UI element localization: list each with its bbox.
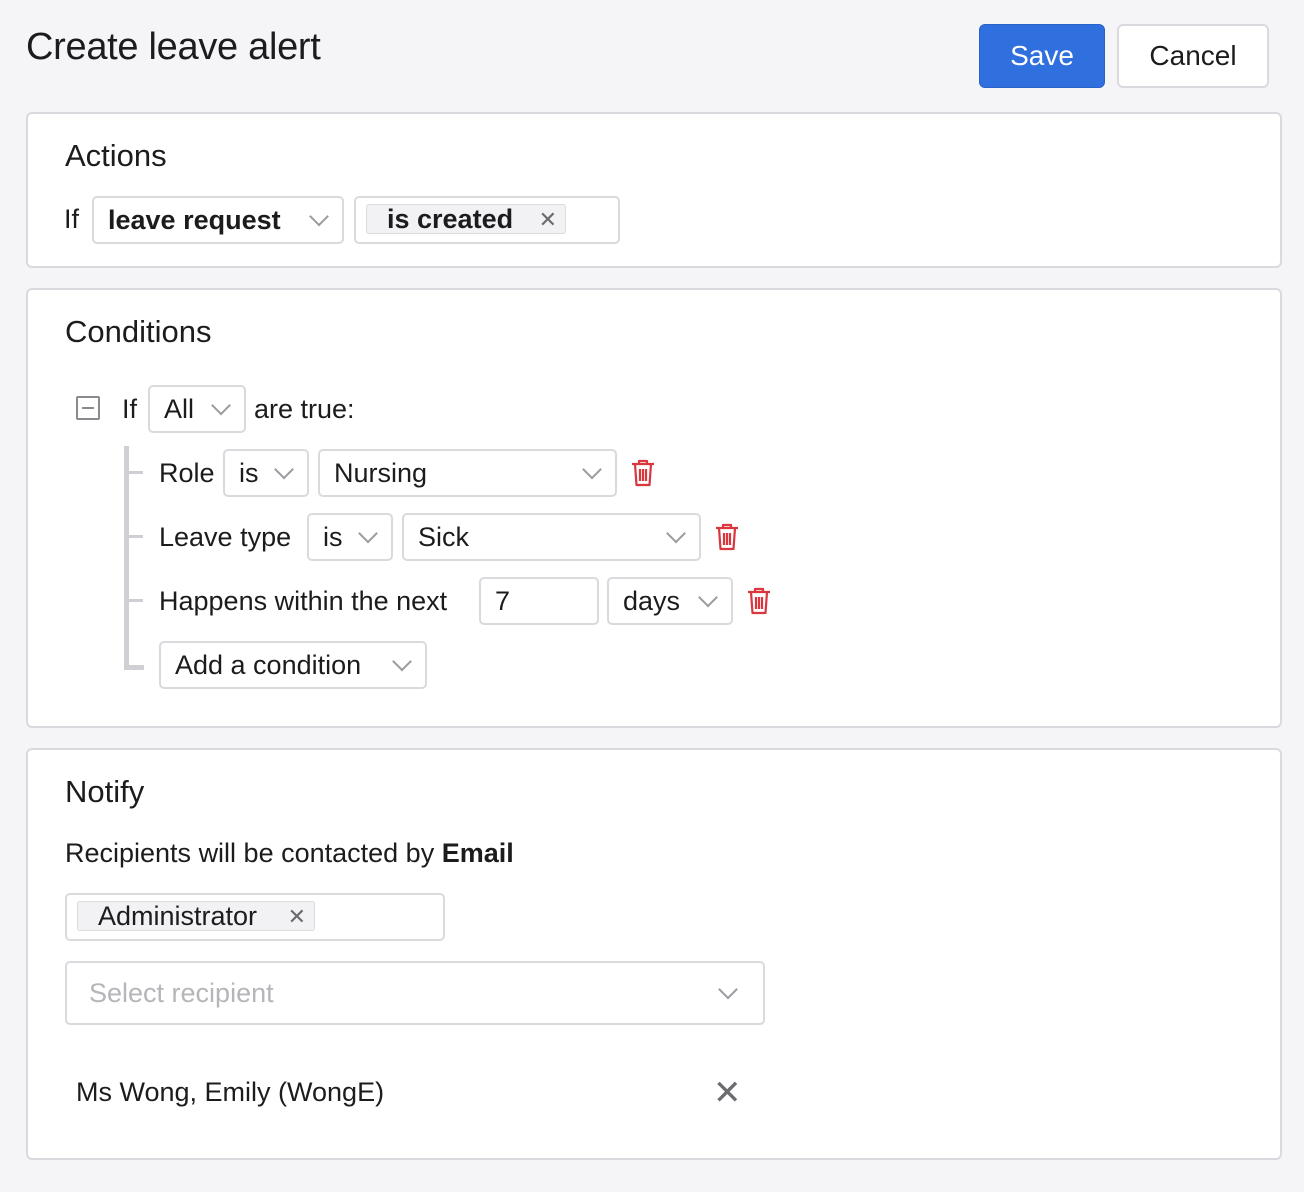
chevron-down-icon	[698, 587, 718, 608]
recipient-entry: Ms Wong, Emily (WongE)	[76, 1077, 385, 1107]
chevron-down-icon	[309, 206, 329, 227]
contact-prefix: Recipients will be contacted by	[65, 838, 435, 868]
tree-branch	[129, 599, 143, 602]
tree-branch	[124, 665, 144, 670]
contact-method-text: Recipients will be contacted by Email	[65, 838, 514, 869]
chevron-down-icon	[392, 651, 412, 672]
collapse-group-icon[interactable]	[76, 396, 100, 420]
recipient-tag: Administrator ✕	[77, 901, 315, 931]
contact-method: Email	[441, 838, 514, 868]
tree-branch	[129, 471, 143, 474]
quantifier-select-value: All	[164, 393, 195, 424]
rule-operator-select[interactable]: is	[307, 513, 393, 561]
chevron-down-icon	[718, 979, 738, 1000]
recipient-tags-field[interactable]: Administrator ✕	[65, 893, 445, 941]
subject-select[interactable]: leave request	[92, 196, 344, 244]
notify-heading: Notify	[65, 774, 145, 809]
add-condition-select[interactable]: Add a condition	[159, 641, 427, 689]
rule-field-label: Happens within the next	[159, 586, 448, 616]
page-title: Create leave alert	[26, 26, 321, 68]
recipient-tag-label: Administrator	[98, 900, 258, 931]
subject-select-value: leave request	[108, 204, 281, 235]
rule-value: Sick	[418, 521, 470, 552]
conditions-card: Conditions If All are true: Role is Nurs…	[26, 288, 1282, 728]
chevron-down-icon	[666, 523, 686, 544]
event-multiselect[interactable]: is created ✕	[354, 196, 620, 244]
rule-operator-value: is	[323, 521, 343, 552]
remove-recipient-icon[interactable]: ✕	[713, 1076, 742, 1110]
trash-icon[interactable]	[714, 522, 740, 552]
conditions-heading: Conditions	[65, 314, 212, 349]
trash-icon[interactable]	[630, 458, 656, 488]
are-true-label: are true:	[254, 394, 355, 424]
rule-operator-value: is	[239, 457, 259, 488]
actions-heading: Actions	[65, 138, 167, 173]
chevron-down-icon	[274, 459, 294, 480]
select-recipient-placeholder: Select recipient	[89, 977, 274, 1008]
notify-card: Notify Recipients will be contacted by E…	[26, 748, 1282, 1160]
tree-branch	[129, 535, 143, 538]
event-tag: is created ✕	[366, 204, 566, 234]
event-tag-label: is created	[387, 203, 514, 234]
rule-field-label: Role	[159, 458, 215, 488]
close-icon[interactable]: ✕	[539, 207, 557, 233]
rule-value-select[interactable]: Nursing	[318, 449, 617, 497]
chevron-down-icon	[211, 395, 231, 416]
cancel-button[interactable]: Cancel	[1117, 24, 1269, 88]
rule-value-select[interactable]: Sick	[402, 513, 701, 561]
save-button[interactable]: Save	[979, 24, 1105, 88]
chevron-down-icon	[358, 523, 378, 544]
rule-number-input[interactable]: 7	[479, 577, 599, 625]
actions-if-label: If	[64, 204, 80, 234]
rule-operator-select[interactable]: is	[223, 449, 309, 497]
rule-value: Nursing	[334, 457, 428, 488]
chevron-down-icon	[582, 459, 602, 480]
add-condition-label: Add a condition	[175, 649, 362, 680]
rule-field-label: Leave type	[159, 522, 292, 552]
rule-unit-value: days	[623, 585, 681, 616]
rule-unit-select[interactable]: days	[607, 577, 733, 625]
actions-card: Actions If leave request is created ✕	[26, 112, 1282, 268]
rule-number-value: 7	[495, 585, 511, 616]
select-recipient-dropdown[interactable]: Select recipient	[65, 961, 765, 1025]
conditions-if-label: If	[122, 394, 138, 424]
close-icon[interactable]: ✕	[288, 904, 306, 930]
quantifier-select[interactable]: All	[148, 385, 246, 433]
trash-icon[interactable]	[746, 586, 772, 616]
tree-line	[124, 446, 129, 670]
